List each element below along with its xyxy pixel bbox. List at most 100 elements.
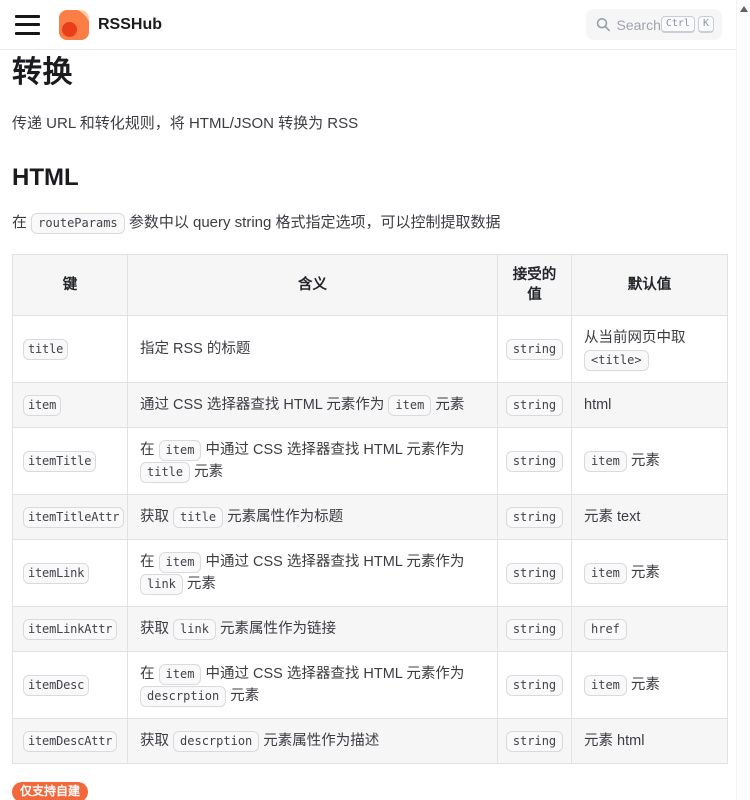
inline-code: title (23, 339, 68, 360)
kbd-k: K (698, 16, 714, 33)
inline-code: descrption (173, 731, 259, 752)
cell-meaning: 获取 descrption 元素属性作为描述 (128, 719, 498, 764)
inline-code: item (388, 395, 431, 416)
cell-accepted-value: string (498, 495, 572, 540)
cell-default-value: item 元素 (572, 652, 728, 719)
cell-default-value: item 元素 (572, 540, 728, 607)
inline-code: itemTitleAttr (23, 507, 124, 528)
inline-code: itemDescAttr (23, 731, 117, 752)
cell-param-key: title (13, 316, 128, 383)
table-row: item通过 CSS 选择器查找 HTML 元素作为 item 元素string… (13, 383, 728, 428)
search-placeholder: Search (617, 17, 661, 33)
inline-code: item (159, 552, 202, 573)
cell-default-value: 元素 text (572, 495, 728, 540)
logo-dot-shape (62, 22, 77, 37)
inline-code: routeParams (31, 213, 124, 234)
cell-accepted-value: string (498, 540, 572, 607)
cell-default-value: html (572, 383, 728, 428)
col-header-key: 键 (13, 255, 128, 316)
rsshub-logo-icon (59, 10, 89, 40)
inline-code: string (506, 731, 563, 752)
table-row: itemLink 在 item 中通过 CSS 选择器查找 HTML 元素作为 l… (13, 540, 728, 607)
inline-code: string (506, 339, 563, 360)
cell-default-value: 从当前网页中取 <title> (572, 316, 728, 383)
col-header-accepts: 接受的值 (498, 255, 572, 316)
selfhost-only-badge: 仅支持自建 (12, 782, 88, 800)
cell-param-key: itemLink (13, 540, 128, 607)
cell-param-key: itemDesc (13, 652, 128, 719)
inline-code: item (159, 440, 202, 461)
table-row: title 指定 RSS 的标题 string 从当前网页中取 <title> (13, 316, 728, 383)
scroll-up-icon[interactable] (740, 6, 748, 12)
section-intro: 在 routeParams 参数中以 query string 格式指定选项，可… (12, 211, 727, 234)
inline-code: string (506, 507, 563, 528)
inline-code: itemLinkAttr (23, 619, 117, 640)
cell-param-key: itemLinkAttr (13, 607, 128, 652)
params-table: 键 含义 接受的值 默认值 title指定 RSS 的标题string从当前网页… (12, 254, 728, 764)
cell-meaning: 获取 link 元素属性作为链接 (128, 607, 498, 652)
brand-link[interactable]: RSSHub (59, 10, 162, 40)
table-row: itemLinkAttr 获取 link 元素属性作为链接 string href (13, 607, 728, 652)
inline-code: string (506, 619, 563, 640)
cell-meaning: 在 item 中通过 CSS 选择器查找 HTML 元素作为 title 元素 (128, 428, 498, 495)
cell-meaning: 获取 title 元素属性作为标题 (128, 495, 498, 540)
doc-content: 转换 传递 URL 和转化规则，将 HTML/JSON 转换为 RSS HTML… (0, 50, 750, 800)
search-input[interactable]: Search Ctrl K (586, 9, 722, 40)
params-table-head: 键 含义 接受的值 默认值 (13, 255, 728, 316)
inline-code: string (506, 395, 563, 416)
cell-accepted-value: string (498, 652, 572, 719)
brand-name: RSSHub (98, 16, 162, 34)
page-subtitle: 传递 URL 和转化规则，将 HTML/JSON 转换为 RSS (12, 112, 727, 133)
table-header-row: 键 含义 接受的值 默认值 (13, 255, 728, 316)
cell-meaning: 通过 CSS 选择器查找 HTML 元素作为 item 元素 (128, 383, 498, 428)
inline-code: item (584, 675, 627, 696)
cell-accepted-value: string (498, 607, 572, 652)
cell-meaning: 在 item 中通过 CSS 选择器查找 HTML 元素作为 descrptio… (128, 652, 498, 719)
cell-param-key: item (13, 383, 128, 428)
hamburger-bar (15, 32, 40, 35)
top-nav: RSSHub Search Ctrl K (0, 0, 750, 50)
inline-code: string (506, 563, 563, 584)
inline-code: link (140, 574, 183, 595)
cell-param-key: itemTitle (13, 428, 128, 495)
cell-default-value: href (572, 607, 728, 652)
inline-code: descrption (140, 686, 226, 707)
hamburger-menu-button[interactable] (15, 14, 41, 36)
cell-accepted-value: string (498, 428, 572, 495)
cell-param-key: itemTitleAttr (13, 495, 128, 540)
inline-code: title (173, 507, 223, 528)
kbd-ctrl: Ctrl (661, 16, 695, 33)
table-row: itemDesc 在 item 中通过 CSS 选择器查找 HTML 元素作为 d… (13, 652, 728, 719)
search-hotkey: Ctrl K (661, 16, 714, 33)
cell-default-value: item 元素 (572, 428, 728, 495)
scrollbar[interactable] (736, 0, 750, 800)
col-header-meaning: 含义 (128, 255, 498, 316)
cell-meaning: 在 item 中通过 CSS 选择器查找 HTML 元素作为 link 元素 (128, 540, 498, 607)
inline-code: itemTitle (23, 451, 96, 472)
inline-code: item (584, 451, 627, 472)
hamburger-bar (15, 15, 40, 18)
cell-accepted-value: string (498, 719, 572, 764)
search-icon (596, 17, 611, 32)
cell-accepted-value: string (498, 316, 572, 383)
inline-code: string (506, 675, 563, 696)
inline-code: itemDesc (23, 675, 89, 696)
cell-default-value: 元素 html (572, 719, 728, 764)
inline-code: title (140, 462, 190, 483)
inline-code: href (584, 619, 627, 640)
page-title: 转换 (12, 54, 727, 92)
cell-param-key: itemDescAttr (13, 719, 128, 764)
inline-code: item (584, 563, 627, 584)
cell-accepted-value: string (498, 383, 572, 428)
inline-code: itemLink (23, 563, 89, 584)
inline-code: <title> (584, 350, 649, 371)
inline-code: item (159, 664, 202, 685)
section-heading-html: HTML (12, 163, 727, 193)
cell-meaning: 指定 RSS 的标题 (128, 316, 498, 383)
inline-code: item (23, 395, 61, 416)
inline-code: link (173, 619, 216, 640)
hamburger-bar (15, 23, 40, 26)
table-row: itemDescAttr 获取 descrption 元素属性作为描述 string… (13, 719, 728, 764)
table-row: itemTitleAttr获取 title 元素属性作为标题 string 元素 t… (13, 495, 728, 540)
col-header-default: 默认值 (572, 255, 728, 316)
